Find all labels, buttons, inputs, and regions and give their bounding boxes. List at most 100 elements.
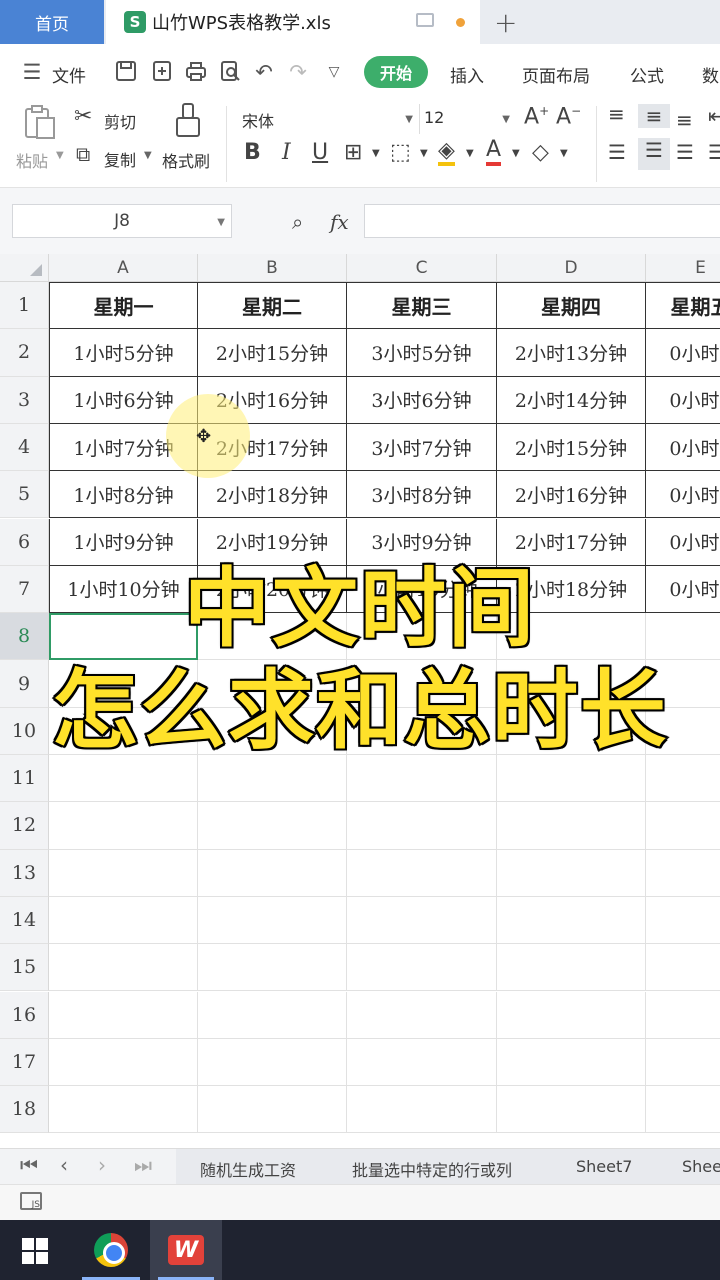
row-header[interactable]: 3 <box>0 376 49 424</box>
table-cell[interactable] <box>347 802 497 850</box>
sheet-tab[interactable]: 随机生成工资 <box>200 1157 296 1181</box>
sheet-tab[interactable]: 批量选中特定的行或列 <box>352 1157 512 1181</box>
print-icon[interactable] <box>184 60 208 84</box>
table-cell[interactable] <box>646 944 720 992</box>
table-cell[interactable]: 1小时8分钟 <box>49 471 198 519</box>
table-cell[interactable] <box>497 849 646 897</box>
table-cell[interactable] <box>198 1086 347 1134</box>
increase-font-icon[interactable]: A+ <box>524 104 549 129</box>
table-cell[interactable] <box>49 1086 198 1134</box>
column-header[interactable]: C <box>347 254 497 282</box>
table-cell[interactable] <box>497 1086 646 1134</box>
header-cell[interactable]: 星期三 <box>347 282 497 330</box>
borders-icon[interactable]: ⊞ <box>344 140 362 165</box>
table-cell[interactable] <box>646 1039 720 1087</box>
bold-button[interactable]: B <box>244 140 261 165</box>
table-cell[interactable] <box>198 802 347 850</box>
hamburger-menu-icon[interactable]: ☰ <box>20 60 44 84</box>
insert-function-button[interactable]: fx <box>330 210 349 234</box>
new-tab-button[interactable]: + <box>494 6 517 39</box>
table-cell[interactable] <box>497 802 646 850</box>
table-cell[interactable] <box>198 1038 347 1087</box>
formula-input[interactable] <box>364 204 720 238</box>
fill-color-icon[interactable]: ◈ <box>438 140 455 166</box>
table-cell[interactable]: 3小时5分钟 <box>347 329 497 377</box>
redo-icon[interactable]: ↷ <box>286 60 310 84</box>
font-color-button[interactable]: A <box>486 138 502 166</box>
table-cell[interactable]: 0小时3 <box>646 424 720 472</box>
table-cell[interactable] <box>49 944 198 992</box>
row-header[interactable]: 4 <box>0 423 49 472</box>
tab-page-layout[interactable]: 页面布局 <box>522 62 590 87</box>
font-family-select[interactable]: 宋体 ▼ <box>236 104 420 134</box>
row-header[interactable]: 1 <box>0 282 49 330</box>
table-cell[interactable] <box>646 850 720 897</box>
table-cell[interactable] <box>347 944 497 992</box>
table-cell[interactable] <box>347 1038 497 1087</box>
header-cell[interactable]: 星期一 <box>49 282 198 330</box>
merge-icon[interactable]: ⬚ <box>390 140 411 165</box>
table-cell[interactable]: 2小时13分钟 <box>497 329 646 377</box>
table-cell[interactable]: 0小时3 <box>646 377 720 424</box>
table-cell[interactable]: 2小时16分钟 <box>497 471 646 519</box>
sheet-tab[interactable]: Shee <box>682 1157 720 1176</box>
table-cell[interactable]: 2小时15分钟 <box>497 423 646 472</box>
table-cell[interactable] <box>646 992 720 1039</box>
copy-dropdown-icon[interactable]: ▼ <box>144 150 152 161</box>
row-header[interactable]: 2 <box>0 329 49 377</box>
windows-start-icon[interactable] <box>22 1238 48 1264</box>
align-middle-icon[interactable]: ≡ <box>638 104 670 128</box>
row-header[interactable]: 18 <box>0 1086 49 1134</box>
table-cell[interactable] <box>49 1038 198 1087</box>
row-header[interactable]: 14 <box>0 896 49 945</box>
decrease-font-icon[interactable]: A− <box>556 104 581 129</box>
zoom-search-icon[interactable]: ⌕ <box>292 210 303 234</box>
table-cell[interactable]: 0小时3 <box>646 329 720 377</box>
paste-icon[interactable] <box>22 104 58 140</box>
menu-file[interactable]: 文件 <box>52 62 86 87</box>
first-sheet-icon[interactable]: ⏮ <box>20 1153 38 1177</box>
next-sheet-icon[interactable]: › <box>98 1153 106 1177</box>
prev-sheet-icon[interactable]: ‹ <box>60 1153 68 1177</box>
last-sheet-icon[interactable]: ⏭ <box>134 1153 152 1177</box>
table-cell[interactable] <box>347 991 497 1039</box>
table-cell[interactable] <box>347 1086 497 1134</box>
sheet-tab[interactable]: Sheet7 <box>576 1157 632 1176</box>
table-cell[interactable] <box>49 896 198 945</box>
more-dropdown-icon[interactable]: ▽ <box>322 60 346 84</box>
copy-button[interactable]: 复制 <box>104 147 136 171</box>
column-header[interactable]: E <box>646 254 720 282</box>
underline-button[interactable]: U <box>312 140 328 165</box>
justify-icon[interactable]: ☰ <box>708 140 720 164</box>
header-cell[interactable]: 星期四 <box>497 282 646 330</box>
table-cell[interactable]: 2小时15分钟 <box>198 329 347 377</box>
tab-insert[interactable]: 插入 <box>450 62 484 87</box>
eraser-icon[interactable]: ◇ <box>532 140 549 165</box>
table-cell[interactable] <box>198 896 347 945</box>
row-header[interactable]: 5 <box>0 471 49 519</box>
row-header[interactable]: 12 <box>0 802 49 850</box>
table-cell[interactable] <box>347 896 497 945</box>
macro-record-icon[interactable]: JS <box>20 1192 42 1210</box>
table-cell[interactable] <box>497 1038 646 1087</box>
borders-dropdown-icon[interactable]: ▼ <box>372 148 380 159</box>
eraser-dropdown-icon[interactable]: ▼ <box>560 148 568 159</box>
home-tab[interactable]: 首页 <box>0 0 104 44</box>
align-top-icon[interactable]: ≡ <box>608 102 625 126</box>
tab-start[interactable]: 开始 <box>364 56 428 88</box>
row-header[interactable]: 13 <box>0 849 49 897</box>
name-box-dropdown-icon[interactable]: ▼ <box>217 217 225 228</box>
tab-formula[interactable]: 公式 <box>630 62 664 87</box>
table-cell[interactable]: 2小时18分钟 <box>198 471 347 519</box>
paste-dropdown-icon[interactable]: ▼ <box>56 150 64 161</box>
table-cell[interactable] <box>646 802 720 850</box>
table-cell[interactable] <box>49 991 198 1039</box>
table-cell[interactable] <box>198 849 347 897</box>
table-cell[interactable] <box>497 944 646 992</box>
table-cell[interactable]: 3小时7分钟 <box>347 423 497 472</box>
taskbar-wps-button[interactable]: W <box>150 1220 222 1280</box>
table-cell[interactable] <box>198 944 347 992</box>
table-cell[interactable]: 3小时6分钟 <box>347 376 497 424</box>
undo-icon[interactable]: ↶ <box>252 60 276 84</box>
wrap-text-icon[interactable]: ⇤ <box>708 104 720 128</box>
